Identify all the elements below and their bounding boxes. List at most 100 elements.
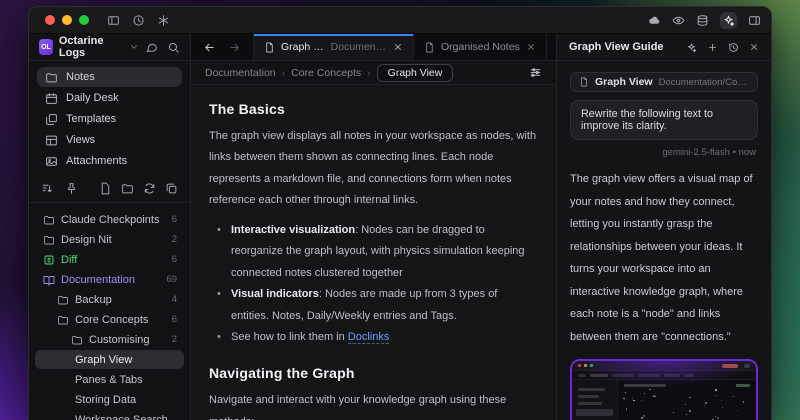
tree-label: Customising [89,334,150,346]
section-heading: The Basics [209,101,538,117]
tree-item-documentation[interactable]: Documentation 69 [35,270,184,289]
database-icon[interactable] [696,14,709,27]
stacked-panels-icon[interactable] [165,182,178,195]
image-icon [45,155,58,168]
folder-icon [57,314,69,326]
workspace-avatar: OL [39,39,53,55]
note-count: 69 [166,274,180,285]
sidebar-item-notes[interactable]: Notes [37,67,182,87]
assistant-response: The graph view offers a visual map of yo… [570,168,758,348]
video-embed[interactable] [570,359,758,420]
folder-icon [43,234,55,246]
tree-label: Storing Data [75,394,136,406]
tree-label: Panes & Tabs [75,374,143,386]
tree-item-workspace-search[interactable]: Workspace Search [35,410,184,420]
tree-label: Backup [75,294,112,306]
forward-arrow-icon[interactable] [228,41,241,54]
list-item: See how to link them in Doclinks [217,327,538,348]
tree-label: Core Concepts [75,314,148,326]
mini-sidebar [572,380,618,420]
tab-graph-view[interactable]: Graph View Documentation [254,34,414,60]
tree-item-design-nit[interactable]: Design Nit 2 [35,230,184,249]
sort-icon[interactable] [41,182,54,195]
list-item: Visual indicators: Nodes are made up fro… [217,284,538,327]
zoom-window-button[interactable] [79,15,89,25]
back-arrow-icon[interactable] [203,41,216,54]
sidebar-item-attachments[interactable]: Attachments [37,151,182,171]
document-icon [579,77,589,87]
nav-label: Templates [66,113,116,125]
note-count: 2 [172,234,180,245]
cloud-sync-icon[interactable] [648,14,661,27]
note-content[interactable]: The Basics The graph view displays all n… [191,85,556,420]
breadcrumb-part[interactable]: Core Concepts [291,67,361,79]
workspace-name: Octarine Logs [59,35,123,59]
search-icon[interactable] [167,41,180,54]
workspace-switcher[interactable]: OL Octarine Logs [29,34,190,61]
tree-item-panes-tabs[interactable]: Panes & Tabs [35,370,184,389]
eye-appearance-icon[interactable] [672,14,685,27]
tree-item-core-concepts[interactable]: Core Concepts 6 [35,310,184,329]
new-folder-icon[interactable] [121,182,134,195]
sidebar-nav: Notes Daily Desk Templates Views [29,61,190,176]
breadcrumb-part[interactable]: Documentation [205,67,276,79]
editor-pane: Graph View Documentation Organised Notes… [191,34,557,420]
book-open-icon [43,274,55,286]
filter-sliders-icon[interactable] [529,66,542,79]
ai-sparkles-icon[interactable] [720,12,737,29]
breadcrumb: Documentation › Core Concepts › Graph Vi… [191,61,556,85]
left-sidebar-toggle-icon[interactable] [107,14,120,27]
pin-icon[interactable] [65,182,78,195]
sidebar-item-views[interactable]: Views [37,130,182,150]
close-panel-icon[interactable] [749,42,759,52]
list-item: Interactive visualization: Nodes can be … [217,220,538,284]
folder-icon [57,294,69,306]
file-tree: Claude Checkpoints 6 Design Nit 2 Diff 6 [29,203,190,420]
tree-item-backup[interactable]: Backup 4 [35,290,184,309]
context-chip[interactable]: Graph View Documentation/Core Concepts [570,72,758,92]
chevron-down-icon [129,42,139,52]
tree-item-storing-data[interactable]: Storing Data [35,390,184,409]
tree-item-graph-view[interactable]: Graph View [35,350,184,369]
sidebar: OL Octarine Logs Notes Daily [29,34,191,420]
nav-label: Attachments [66,155,127,167]
note-title-field[interactable]: Graph View [377,64,454,82]
tree-label: Workspace Search [75,414,168,420]
close-tab-icon[interactable] [393,42,403,52]
right-sidebar-toggle-icon[interactable] [748,14,761,27]
new-note-icon[interactable] [99,182,112,195]
ai-sparkles-icon[interactable] [686,42,697,53]
nav-label: Notes [66,71,95,83]
close-window-button[interactable] [45,15,55,25]
model-meta: gemini-2.5-flash • now [572,147,756,158]
templates-stack-icon [45,113,58,126]
sync-icon[interactable] [143,182,156,195]
graph-node-field [618,380,756,420]
tree-label: Documentation [61,274,135,286]
minimize-window-button[interactable] [62,15,72,25]
section-heading: Navigating the Graph [209,365,538,381]
sidebar-item-templates[interactable]: Templates [37,109,182,129]
close-tab-icon[interactable] [526,42,536,52]
note-count: 6 [172,314,180,325]
mini-rec-pill [722,364,738,368]
tree-item-diff[interactable]: Diff 6 [35,250,184,269]
sparkle-asterisk-icon[interactable] [157,14,170,27]
note-count: 4 [172,294,180,305]
breadcrumb-separator: › [367,67,371,79]
history-icon[interactable] [728,42,739,53]
window-controls [45,15,89,25]
doclinks-link[interactable]: Doclinks [348,331,390,344]
mini-tabstrip [572,371,756,380]
tree-item-claude-checkpoints[interactable]: Claude Checkpoints 6 [35,210,184,229]
new-chat-icon[interactable] [707,42,718,53]
recent-clock-icon[interactable] [132,14,145,27]
tree-item-customising[interactable]: Customising 2 [35,330,184,349]
calendar-icon [45,92,58,105]
tab-title: Organised Notes [441,41,520,53]
sidebar-item-daily-desk[interactable]: Daily Desk [37,88,182,108]
tab-organised-notes[interactable]: Organised Notes [414,34,547,60]
chat-icon[interactable] [145,41,158,54]
tree-label: Design Nit [61,234,112,246]
note-count: 2 [172,334,180,345]
